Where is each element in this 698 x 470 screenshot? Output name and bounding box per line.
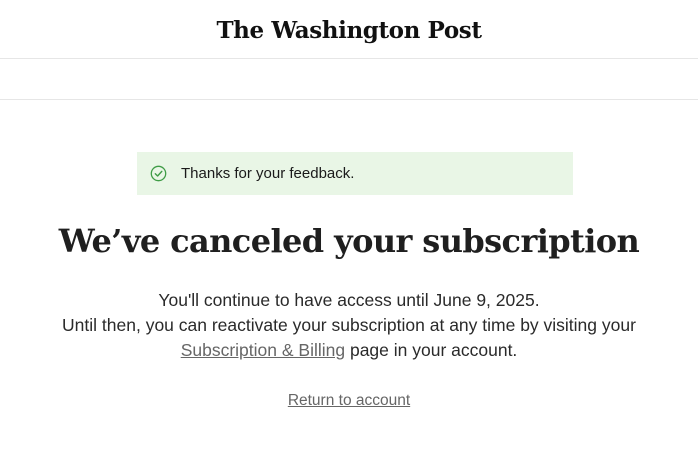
subscription-billing-link[interactable]: Subscription & Billing <box>181 340 345 360</box>
access-until-text: You'll continue to have access until Jun… <box>158 290 540 310</box>
feedback-confirmation-banner: Thanks for your feedback. <box>137 152 573 195</box>
page-title: We’ve canceled your subscription <box>58 222 640 260</box>
sub-navigation-bar <box>0 59 698 100</box>
washington-post-logo[interactable]: The Washington Post <box>216 19 482 42</box>
cancellation-details: You'll continue to have access until Jun… <box>40 288 658 363</box>
reactivate-text-suffix: page in your account. <box>345 340 518 360</box>
reactivate-text-prefix: Until then, you can reactivate your subs… <box>62 315 636 335</box>
return-to-account-link[interactable]: Return to account <box>288 392 410 409</box>
site-header: The Washington Post <box>0 0 698 59</box>
return-link-container: Return to account <box>0 392 698 410</box>
check-circle-icon <box>150 165 167 182</box>
feedback-message: Thanks for your feedback. <box>181 165 355 182</box>
page: The Washington Post Thanks for your feed… <box>0 0 698 470</box>
